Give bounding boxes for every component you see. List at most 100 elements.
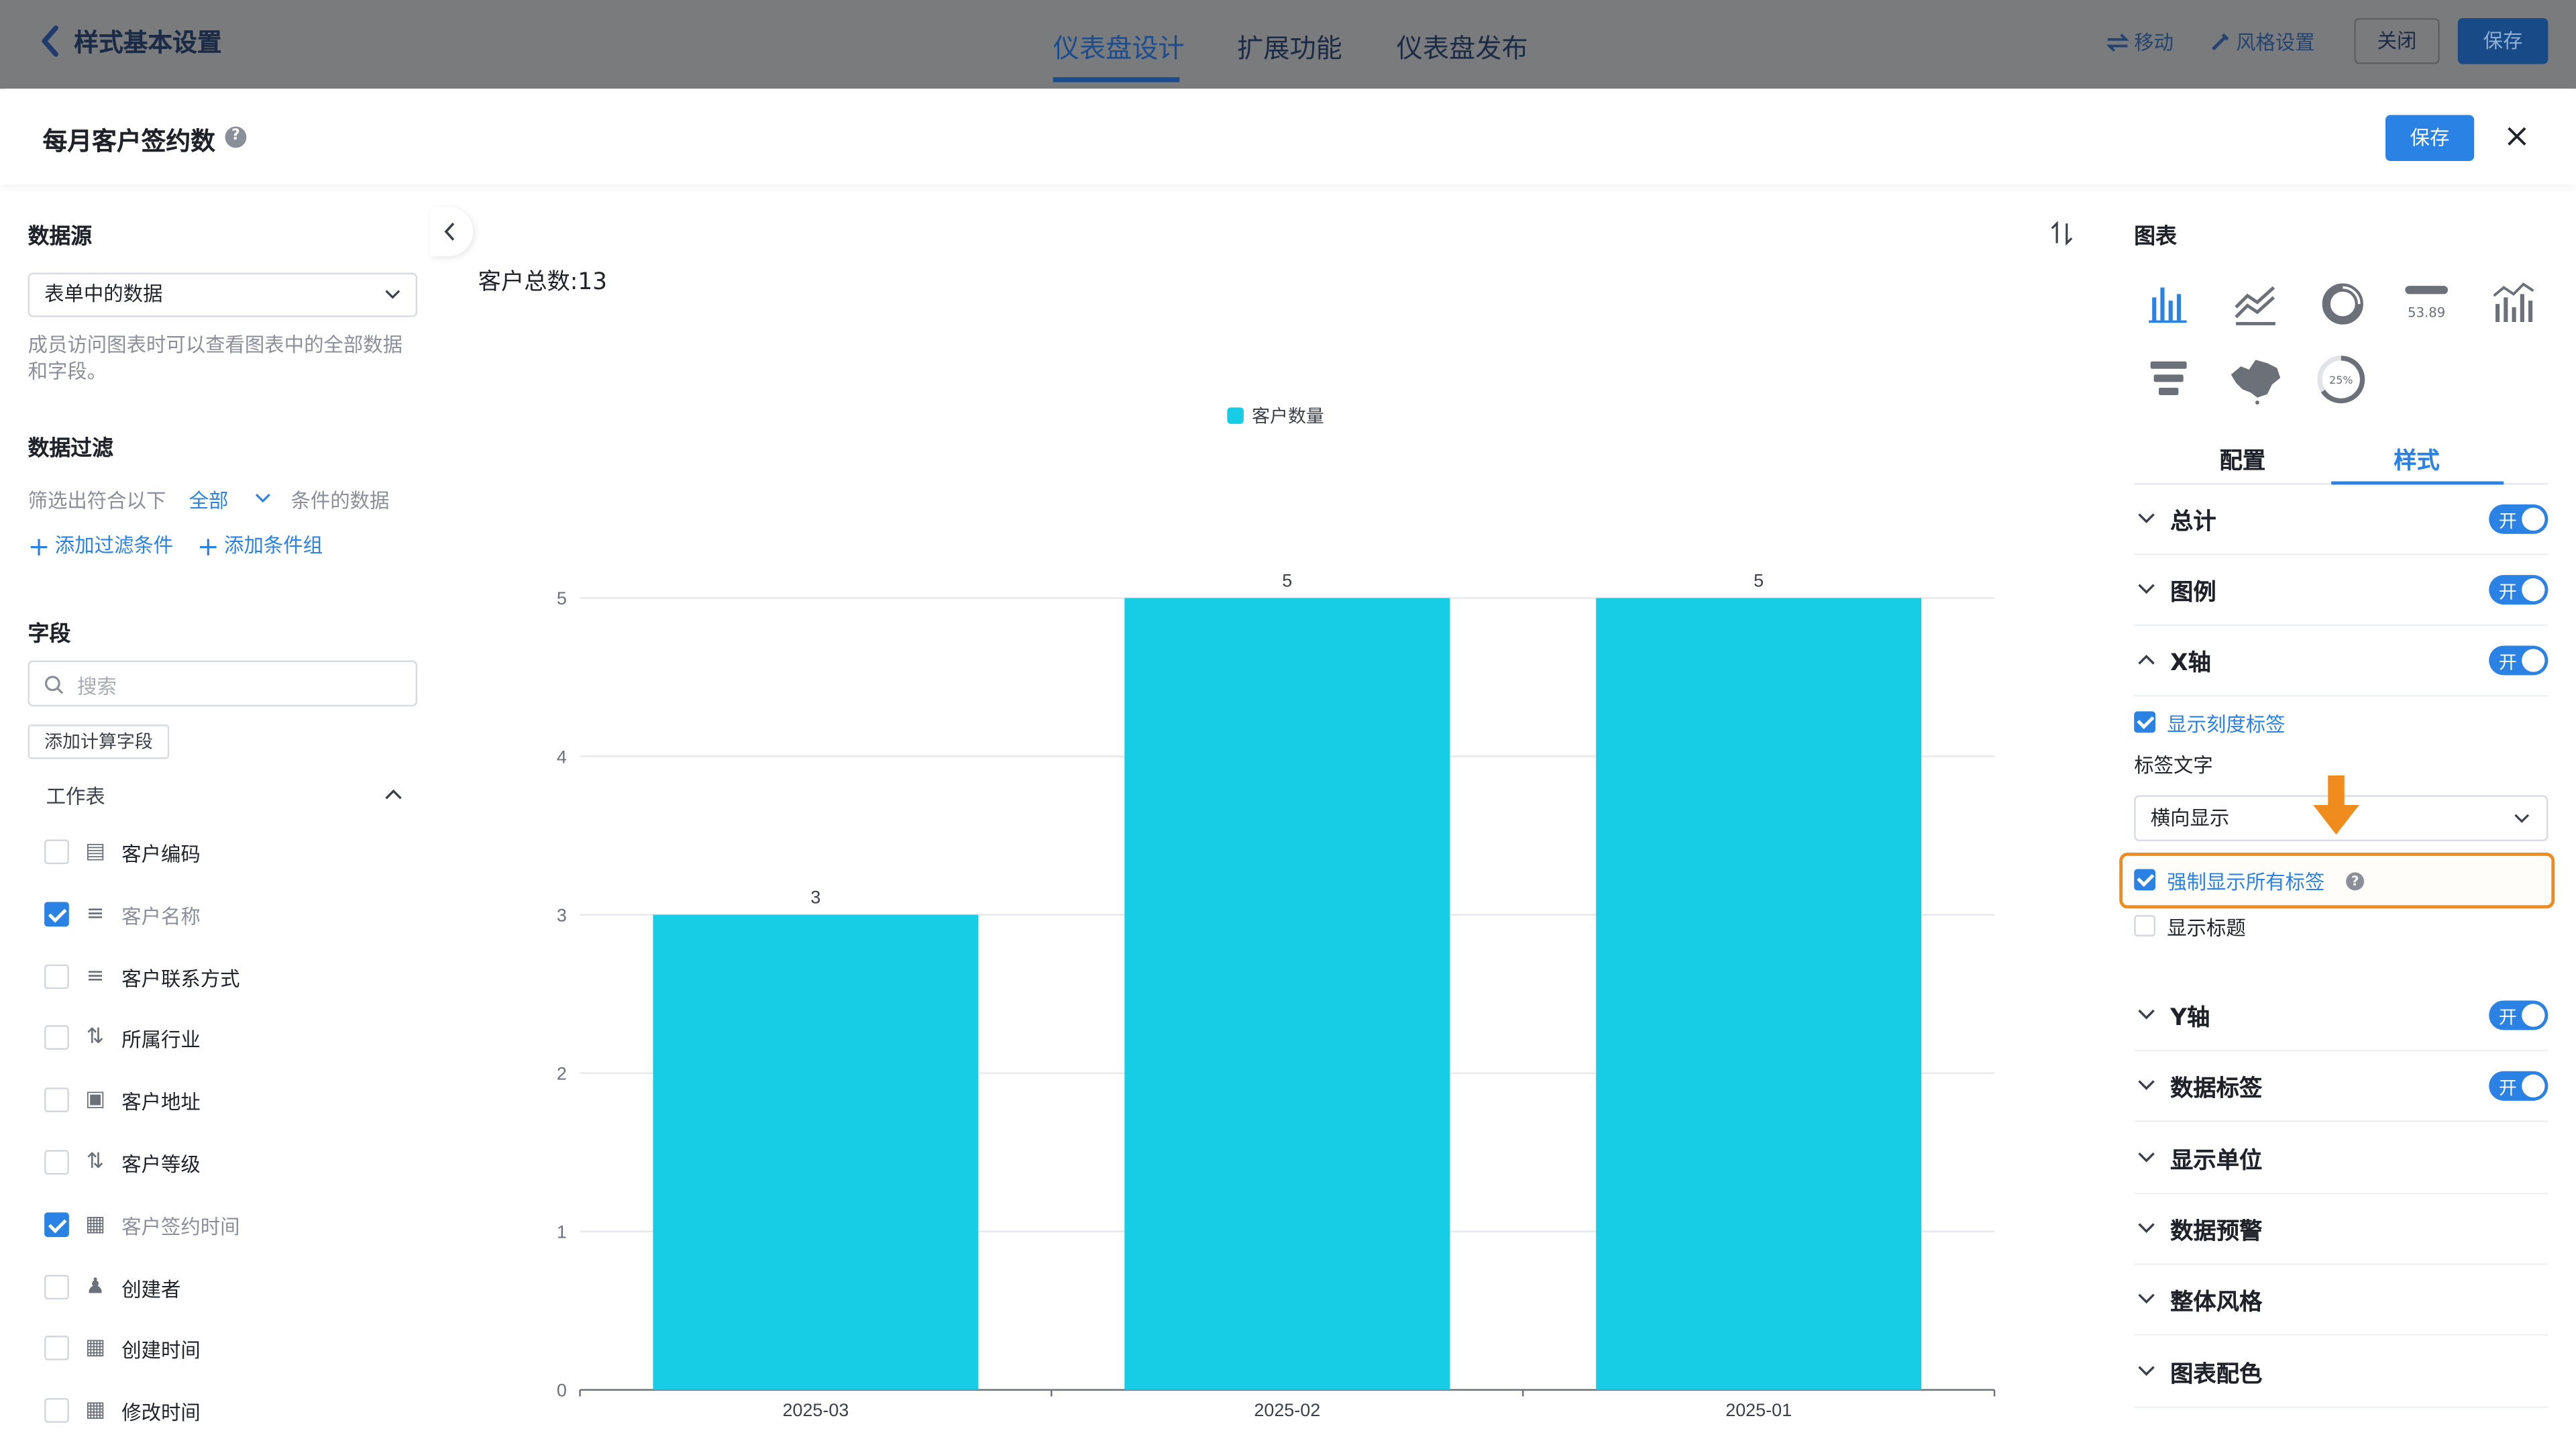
checkbox-unchecked[interactable] <box>44 1336 69 1361</box>
chevron-down-icon[interactable] <box>2137 1151 2155 1163</box>
field-item[interactable]: ▣ 客户地址 <box>44 1086 406 1116</box>
field-name: 客户联系方式 <box>121 967 240 990</box>
checkbox-checked[interactable] <box>44 902 69 926</box>
field-item[interactable]: ⇅ 所属行业 <box>44 1024 406 1054</box>
close-button[interactable]: 关闭 <box>2354 17 2440 64</box>
style-section-row[interactable]: 显示单位 <box>2134 1123 2548 1194</box>
checkbox-unchecked[interactable] <box>44 1274 69 1299</box>
datasource-select[interactable]: 表单中的数据 <box>28 272 418 317</box>
style-section-row[interactable]: 数据标签 开 <box>2134 1052 2548 1123</box>
map-chart-icon[interactable] <box>2222 354 2288 406</box>
show-tick-labels-option[interactable]: 显示刻度标签 <box>2134 710 2528 736</box>
toggle-switch[interactable]: 开 <box>2489 645 2548 676</box>
funnel-chart-icon[interactable] <box>2136 354 2202 406</box>
checkbox-unchecked[interactable] <box>44 963 69 989</box>
add-condition-group-link[interactable]: + 添加条件组 <box>197 531 323 562</box>
style-settings-button[interactable]: 风格设置 <box>2210 28 2315 56</box>
toggle-switch[interactable]: 开 <box>2489 1071 2548 1102</box>
tab-extensions[interactable]: 扩展功能 <box>1237 26 1342 66</box>
filter-mode-select[interactable]: 全部 <box>189 486 229 515</box>
field-item[interactable]: ▦ 修改时间 <box>44 1397 406 1426</box>
worksheet-group-label[interactable]: 工作表 <box>46 782 105 810</box>
legend-swatch <box>1227 407 1244 424</box>
indicator-card-icon[interactable]: 53.89 <box>2394 278 2459 330</box>
combo-chart-icon[interactable] <box>2481 278 2546 330</box>
switch-on-text: 开 <box>2498 1078 2517 1100</box>
field-item[interactable]: ≡ 客户名称 <box>44 900 406 930</box>
chevron-down-icon <box>385 290 400 299</box>
checkbox-unchecked[interactable] <box>44 1398 69 1424</box>
add-group-label: 添加条件组 <box>224 533 323 557</box>
collapse-panel-button[interactable] <box>430 207 474 257</box>
chevron-down-icon <box>2514 814 2530 823</box>
checkbox-checked[interactable] <box>2134 869 2156 891</box>
field-item[interactable]: ♟ 创建者 <box>44 1273 406 1302</box>
swap-axes-icon[interactable] <box>2049 220 2075 246</box>
chevron-up-icon[interactable] <box>2137 654 2155 665</box>
field-item[interactable]: ▦ 创建时间 <box>44 1335 406 1364</box>
chevron-down-icon[interactable] <box>255 493 271 503</box>
show-tick-labels-label: 显示刻度标签 <box>2167 712 2286 737</box>
chevron-down-icon[interactable] <box>2137 1080 2155 1091</box>
search-icon <box>44 676 64 694</box>
force-show-all-labels-option[interactable]: 强制显示所有标签 <box>2134 867 2528 894</box>
tab-style[interactable]: 样式 <box>2394 443 2440 476</box>
field-search-input[interactable]: 搜索 <box>28 660 418 707</box>
style-section-row[interactable]: Y轴 开 <box>2134 981 2548 1052</box>
checkbox-checked[interactable] <box>2134 711 2156 733</box>
field-item[interactable]: ≡ 客户联系方式 <box>44 962 406 991</box>
filter-prefix: 筛选出符合以下 <box>28 489 166 513</box>
add-calculated-field-button[interactable]: 添加计算字段 <box>28 724 170 759</box>
move-button[interactable]: 移动 <box>2106 28 2174 56</box>
help-icon[interactable]: ? <box>2346 872 2365 891</box>
chevron-down-icon[interactable] <box>2137 1222 2155 1234</box>
checkbox-unchecked[interactable] <box>44 1087 69 1113</box>
toggle-switch[interactable]: 开 <box>2489 1000 2548 1030</box>
chevron-down-icon[interactable] <box>2137 1293 2155 1305</box>
field-item[interactable]: ⇅ 客户等级 <box>44 1148 406 1178</box>
close-icon[interactable] <box>2504 123 2530 150</box>
chevron-down-icon[interactable] <box>2137 1364 2155 1376</box>
style-section-row[interactable]: X轴 开 <box>2134 626 2548 697</box>
tab-dashboard-design[interactable]: 仪表盘设计 <box>1053 26 1185 66</box>
field-name: 客户签约时间 <box>121 1215 240 1239</box>
tab-config[interactable]: 配置 <box>2220 443 2266 476</box>
page-title: 样式基本设置 <box>74 28 222 58</box>
field-name: 创建者 <box>121 1277 181 1301</box>
chevron-up-icon[interactable] <box>384 789 402 800</box>
tab-dashboard-publish[interactable]: 仪表盘发布 <box>1397 26 1528 66</box>
modal-save-button[interactable]: 保存 <box>2385 115 2475 162</box>
checkbox-unchecked[interactable] <box>44 1026 69 1051</box>
chevron-down-icon[interactable] <box>2137 1009 2155 1020</box>
bar-chart-icon[interactable] <box>2136 278 2202 330</box>
field-name: 修改时间 <box>121 1401 201 1425</box>
checkbox-checked[interactable] <box>44 1212 69 1237</box>
style-section-label: 整体风格 <box>2170 1289 2263 1317</box>
chart-editor-modal: 每月客户签约数 ? 保存 数据源 表单中的数据 成员访问图表时可以查看图表中的全… <box>0 89 2576 1449</box>
top-save-button[interactable]: 保存 <box>2457 17 2548 64</box>
gauge-chart-icon[interactable]: 25% <box>2308 354 2374 406</box>
style-section-row[interactable]: 数据预警 <box>2134 1194 2548 1265</box>
chevron-down-icon[interactable] <box>2137 583 2155 594</box>
back-arrow-icon[interactable] <box>36 21 62 61</box>
style-section-row[interactable]: 整体风格 <box>2134 1265 2548 1336</box>
line-chart-icon[interactable] <box>2222 278 2288 330</box>
help-icon[interactable]: ? <box>225 126 247 148</box>
total-count-label: 客户总数:13 <box>478 269 607 296</box>
show-axis-title-option[interactable]: 显示标题 <box>2134 914 2528 940</box>
checkbox-unchecked[interactable] <box>44 1150 69 1175</box>
toggle-switch[interactable]: 开 <box>2489 504 2548 534</box>
add-filter-condition-link[interactable]: + 添加过滤条件 <box>28 531 174 562</box>
pie-chart-icon[interactable] <box>2310 278 2375 330</box>
field-item[interactable]: ▤ 客户编码 <box>44 838 406 867</box>
style-section-row[interactable]: 图例 开 <box>2134 555 2548 627</box>
chevron-down-icon[interactable] <box>2137 513 2155 524</box>
building-icon: ▣ <box>85 1087 106 1113</box>
checkbox-unchecked[interactable] <box>2134 915 2156 936</box>
modal-header: 每月客户签约数 ? 保存 <box>0 89 2576 184</box>
style-section-row[interactable]: 图表配色 <box>2134 1336 2548 1407</box>
toggle-switch[interactable]: 开 <box>2489 575 2548 605</box>
field-item[interactable]: ▦ 客户签约时间 <box>44 1210 406 1240</box>
checkbox-unchecked[interactable] <box>44 839 69 865</box>
style-section-row[interactable]: 总计 开 <box>2134 484 2548 555</box>
